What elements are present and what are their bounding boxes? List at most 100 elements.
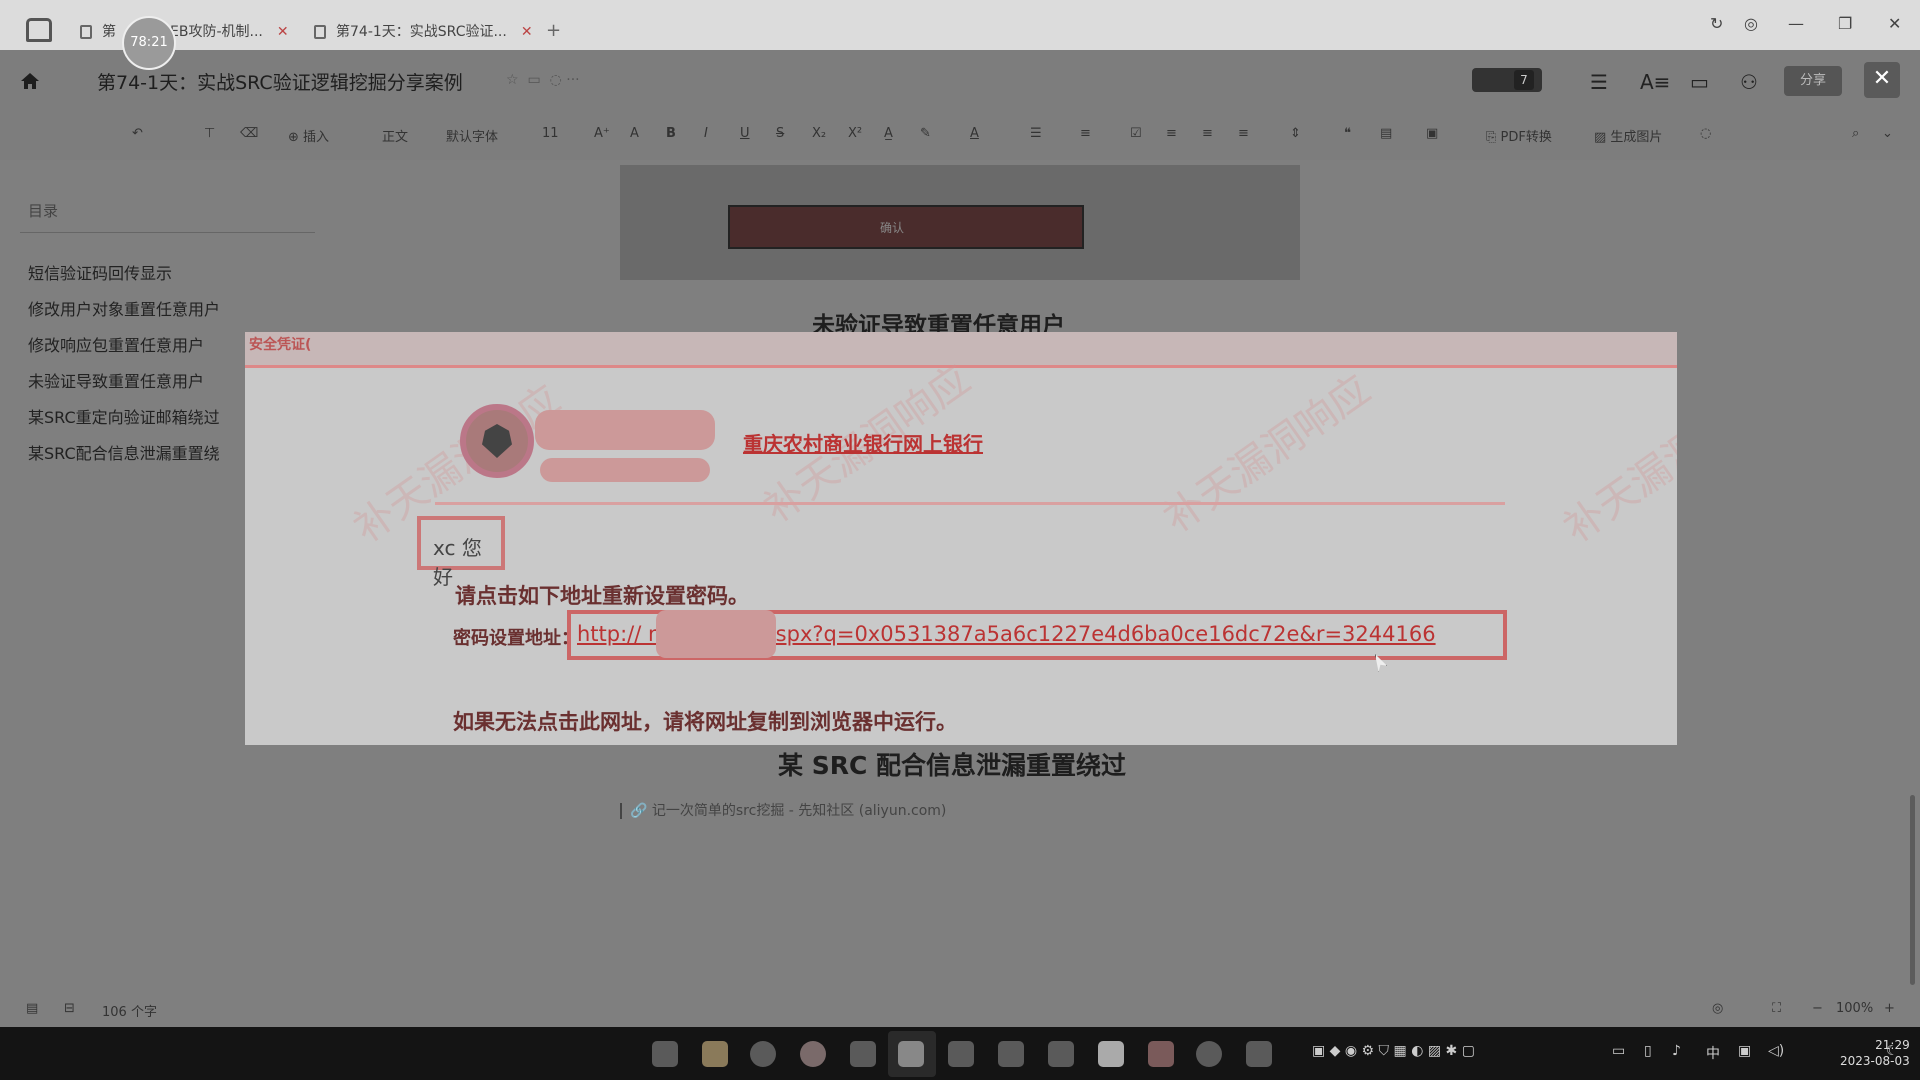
tab-label-tail: EB攻防-机制... xyxy=(170,24,263,40)
strikethrough-icon[interactable]: S xyxy=(776,126,784,141)
style-select[interactable]: 正文 xyxy=(382,126,408,145)
scrollbar[interactable] xyxy=(1910,795,1915,985)
font-color-icon[interactable]: A xyxy=(970,126,979,141)
toc-item[interactable]: 某SRC重定向验证邮箱绕过 xyxy=(28,404,220,428)
toc-item[interactable]: 短信验证码回传显示 xyxy=(28,260,172,284)
underline-icon[interactable]: U xyxy=(740,126,750,141)
pycharm-icon[interactable] xyxy=(1246,1041,1272,1067)
app-icon[interactable] xyxy=(1196,1041,1222,1067)
share-button[interactable]: 分享 xyxy=(1784,66,1842,96)
zoom-out-button[interactable]: − xyxy=(1812,1001,1823,1016)
app-icon[interactable] xyxy=(850,1041,876,1067)
monitor-icon[interactable]: ▭ xyxy=(1612,1043,1625,1059)
more-icon[interactable]: ◌ xyxy=(1700,126,1711,141)
add-user-icon[interactable]: ⚇ xyxy=(1740,70,1758,94)
home-icon[interactable] xyxy=(20,72,40,90)
new-tab-button[interactable]: + xyxy=(546,20,561,41)
app-icon[interactable] xyxy=(998,1041,1024,1067)
reference-link[interactable]: 🔗 记一次简单的src挖掘 - 先知社区 (aliyun.com) xyxy=(620,800,946,820)
start-icon[interactable] xyxy=(652,1041,678,1067)
zoom-in-button[interactable]: + xyxy=(1884,1001,1895,1016)
close-preview-button[interactable]: ✕ xyxy=(1864,62,1900,98)
bold-icon[interactable]: B xyxy=(666,126,676,141)
zoom-level[interactable]: 100% xyxy=(1836,1001,1873,1016)
tab-src-verify[interactable]: 第74-1天：实战SRC验证... ✕ xyxy=(314,16,533,48)
bullet-list-icon[interactable]: ☰ xyxy=(1030,126,1042,141)
generate-image-button[interactable]: ▨ 生成图片 xyxy=(1594,126,1662,145)
ime-indicator[interactable]: 中 xyxy=(1706,1043,1720,1063)
toc-item[interactable]: 某SRC配合信息泄漏重置绕 xyxy=(28,440,220,464)
system-clock[interactable]: 21:29 2023-08-03 xyxy=(1840,1037,1910,1069)
recording-timer: 78:21 xyxy=(122,16,176,70)
outline-icon[interactable]: ▤ xyxy=(26,1001,38,1016)
notes-app-icon[interactable] xyxy=(898,1041,924,1067)
photos-icon[interactable] xyxy=(948,1041,974,1067)
refresh-icon[interactable]: ↻ xyxy=(1710,14,1723,33)
notification-icon[interactable]: ☾ xyxy=(1886,1043,1899,1059)
redaction-blur xyxy=(656,610,776,658)
tab-close-icon[interactable]: ✕ xyxy=(277,24,289,40)
increase-font-icon[interactable]: A⁺ xyxy=(594,126,610,141)
reset-label: 密码设置地址： xyxy=(453,628,579,649)
insert-button[interactable]: ⊕ 插入 xyxy=(288,126,329,145)
tab-close-icon[interactable]: ✕ xyxy=(521,24,533,40)
code-block-icon[interactable]: ▤ xyxy=(1380,126,1392,141)
battery-icon[interactable]: ▯ xyxy=(1644,1043,1652,1059)
app-logo-icon[interactable] xyxy=(26,18,52,42)
tab-webattack[interactable]: 第 EB攻防-机制... ✕ xyxy=(80,16,289,48)
format-painter-icon[interactable]: ⊤ xyxy=(204,126,215,141)
font-select[interactable]: 默认字体 xyxy=(446,126,498,145)
redaction-blur xyxy=(540,458,710,482)
align-right-icon[interactable]: ≡ xyxy=(1238,126,1249,141)
italic-icon[interactable]: I xyxy=(704,126,708,141)
quote-icon[interactable]: ❝ xyxy=(1344,126,1351,141)
decrease-font-icon[interactable]: A xyxy=(630,126,639,141)
toc-item[interactable]: 修改响应包重置任意用户 xyxy=(28,332,204,356)
burp-icon[interactable] xyxy=(1148,1041,1174,1067)
volume-icon[interactable]: ◁) xyxy=(1768,1043,1784,1059)
location-icon[interactable]: ◎ xyxy=(1712,1001,1723,1016)
numbered-list-icon[interactable]: ≡ xyxy=(1080,126,1091,141)
settings-icon[interactable]: ◎ xyxy=(1744,14,1758,33)
chrome-icon[interactable] xyxy=(800,1041,826,1067)
document-title[interactable]: 第74-1天：实战SRC验证逻辑挖掘分享案例 xyxy=(97,68,463,95)
toc-item[interactable]: 修改用户对象重置任意用户 xyxy=(28,296,220,320)
app-icon[interactable] xyxy=(1048,1041,1074,1067)
page-icon[interactable]: ⊟ xyxy=(64,1001,75,1016)
eraser-icon[interactable]: ⌫ xyxy=(240,126,258,141)
image-icon[interactable]: ▣ xyxy=(1426,126,1438,141)
subscript-icon[interactable]: X₂ xyxy=(812,126,826,141)
edge-icon[interactable] xyxy=(750,1041,776,1067)
align-center-icon[interactable]: ≡ xyxy=(1202,126,1213,141)
fullscreen-icon[interactable]: ⛶ xyxy=(1772,1001,1781,1016)
file-explorer-icon[interactable] xyxy=(702,1041,728,1067)
highlight-icon[interactable]: A̲ xyxy=(884,126,893,141)
app-icon[interactable] xyxy=(1098,1041,1124,1067)
pdf-convert-button[interactable]: ⎘ PDF转换 xyxy=(1486,126,1552,145)
superscript-icon[interactable]: X² xyxy=(848,126,862,141)
tray-icons[interactable]: ▣ ◆ ◉ ⚙ ⛉ ▦ ◐ ▨ ✱ ▢ xyxy=(1312,1043,1475,1059)
line-spacing-icon[interactable]: ⇕ xyxy=(1290,126,1301,141)
menu-icon[interactable]: ☰ xyxy=(1590,70,1608,94)
checkbox-icon[interactable]: ☑ xyxy=(1130,126,1142,141)
insert-label: 插入 xyxy=(303,130,330,145)
band-text: 安全凭证( xyxy=(249,337,312,353)
word-count[interactable]: 106 个字 xyxy=(102,1001,157,1020)
image-preview[interactable]: 安全凭证( 补天漏洞响应 补天漏洞响应 补天漏洞响应 补天漏洞响应 重庆农村商业… xyxy=(245,332,1677,745)
confirm-label: 确认 xyxy=(880,221,905,235)
close-window-button[interactable]: ✕ xyxy=(1888,14,1901,33)
chevron-down-icon[interactable]: ⌄ xyxy=(1882,126,1893,141)
brush-icon[interactable]: ✎ xyxy=(920,126,931,141)
title-actions[interactable]: ☆ ▭ ◌ ··· xyxy=(506,72,580,88)
font-size-select[interactable]: 11 xyxy=(542,126,559,141)
restore-button[interactable]: ❐ xyxy=(1838,14,1852,33)
align-left-icon[interactable]: ≡ xyxy=(1166,126,1177,141)
toc-item[interactable]: 未验证导致重置任意用户 xyxy=(28,368,204,392)
present-icon[interactable]: ▭ xyxy=(1690,70,1709,94)
search-icon[interactable]: ⌕ xyxy=(1852,126,1859,141)
font-size-icon[interactable]: A≡ xyxy=(1640,70,1670,94)
network-icon[interactable]: ▣ xyxy=(1738,1043,1751,1059)
minimize-button[interactable]: — xyxy=(1788,14,1804,33)
undo-icon[interactable]: ↶ xyxy=(132,126,143,141)
microphone-icon[interactable]: ♪ xyxy=(1672,1043,1681,1059)
